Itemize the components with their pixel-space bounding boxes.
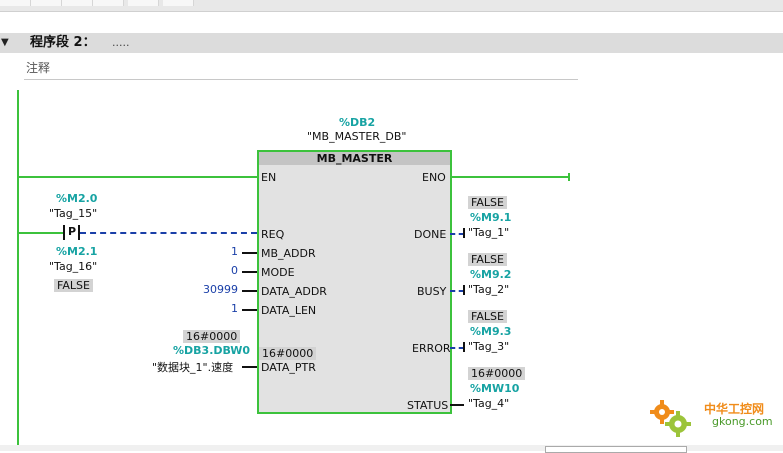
toolbar-button-5[interactable] bbox=[128, 0, 159, 6]
status-value: 16#0000 bbox=[468, 367, 526, 380]
pin-eno: ENO bbox=[422, 171, 446, 184]
instance-db-address: %DB2 bbox=[339, 116, 376, 129]
pin-error: ERROR bbox=[412, 342, 451, 355]
error-tag[interactable]: "Tag_3" bbox=[468, 340, 509, 353]
gear-icon bbox=[650, 400, 691, 437]
mode-value[interactable]: 0 bbox=[224, 264, 238, 277]
data-len-value[interactable]: 1 bbox=[224, 302, 238, 315]
busy-wire bbox=[450, 290, 464, 292]
contact-2-tag: "Tag_16" bbox=[49, 260, 98, 273]
collapse-arrow-icon[interactable]: ▼ bbox=[1, 37, 9, 48]
pin-data-len: DATA_LEN bbox=[261, 304, 317, 317]
toolbar-button-2[interactable] bbox=[31, 0, 62, 6]
done-tag[interactable]: "Tag_1" bbox=[468, 226, 509, 239]
contact-left-bar bbox=[63, 225, 65, 240]
pin-en: EN bbox=[261, 171, 277, 184]
data-ptr-wire bbox=[242, 366, 257, 368]
error-coil bbox=[463, 342, 465, 352]
data-addr-value[interactable]: 30999 bbox=[196, 283, 238, 296]
horizontal-scrollbar[interactable] bbox=[545, 446, 687, 453]
mb-addr-value[interactable]: 1 bbox=[224, 245, 238, 258]
status-wire bbox=[450, 404, 464, 406]
busy-tag[interactable]: "Tag_2" bbox=[468, 283, 509, 296]
toolbar-button-4[interactable] bbox=[93, 0, 124, 6]
done-value: FALSE bbox=[468, 196, 507, 209]
error-value: FALSE bbox=[468, 310, 507, 323]
network-title-field[interactable]: ..... bbox=[112, 33, 129, 53]
error-address: %M9.3 bbox=[470, 325, 512, 338]
pin-data-addr: DATA_ADDR bbox=[261, 285, 327, 298]
rung-end bbox=[568, 173, 570, 181]
toolbar-button-3[interactable] bbox=[62, 0, 93, 6]
instance-db-name: "MB_MASTER_DB" bbox=[307, 130, 407, 143]
toolbar-button-6[interactable] bbox=[163, 0, 194, 6]
pin-req: REQ bbox=[261, 228, 285, 241]
block-title: MB_MASTER bbox=[259, 152, 450, 165]
status-address: %MW10 bbox=[470, 382, 520, 395]
en-rung bbox=[19, 176, 257, 178]
busy-value: FALSE bbox=[468, 253, 507, 266]
req-signal-line bbox=[80, 232, 257, 234]
done-address: %M9.1 bbox=[470, 211, 512, 224]
contact-2-value: FALSE bbox=[54, 279, 93, 292]
mb-addr-wire bbox=[242, 252, 257, 254]
mode-wire bbox=[242, 271, 257, 273]
done-wire bbox=[450, 233, 464, 235]
pin-mb-addr: MB_ADDR bbox=[261, 247, 316, 260]
req-rung-left bbox=[19, 232, 63, 234]
pin-busy: BUSY bbox=[417, 285, 447, 298]
data-ptr-inner-value: 16#0000 bbox=[259, 347, 317, 360]
watermark-en: gkong.com bbox=[712, 415, 773, 428]
data-ptr-value: 16#0000 bbox=[183, 330, 241, 343]
done-coil bbox=[463, 228, 465, 238]
p-contact-icon[interactable]: P bbox=[68, 225, 76, 238]
comment-field[interactable] bbox=[24, 55, 578, 80]
data-addr-wire bbox=[242, 290, 257, 292]
toolbar-button-1[interactable] bbox=[0, 0, 31, 6]
contact-1-address: %M2.0 bbox=[56, 192, 98, 205]
network-title: 程序段 2： bbox=[30, 35, 96, 50]
data-len-wire bbox=[242, 309, 257, 311]
power-rail bbox=[17, 90, 19, 445]
eno-rung bbox=[450, 176, 570, 178]
status-tag[interactable]: "Tag_4" bbox=[468, 397, 509, 410]
comment-label: 注释 bbox=[26, 61, 51, 75]
pin-status: STATUS bbox=[407, 399, 449, 412]
error-wire bbox=[450, 347, 464, 349]
busy-coil bbox=[463, 285, 465, 295]
data-ptr-address: %DB3.DBW0 bbox=[173, 344, 251, 357]
contact-1-tag: "Tag_15" bbox=[49, 207, 98, 220]
pin-done: DONE bbox=[414, 228, 447, 241]
pin-mode: MODE bbox=[261, 266, 295, 279]
busy-address: %M9.2 bbox=[470, 268, 512, 281]
toolbar bbox=[0, 0, 783, 12]
data-ptr-name[interactable]: "数据块_1".速度 bbox=[152, 359, 233, 375]
function-block[interactable]: MB_MASTER bbox=[257, 150, 452, 414]
pin-data-ptr: DATA_PTR bbox=[261, 361, 316, 374]
contact-2-address: %M2.1 bbox=[56, 245, 98, 258]
